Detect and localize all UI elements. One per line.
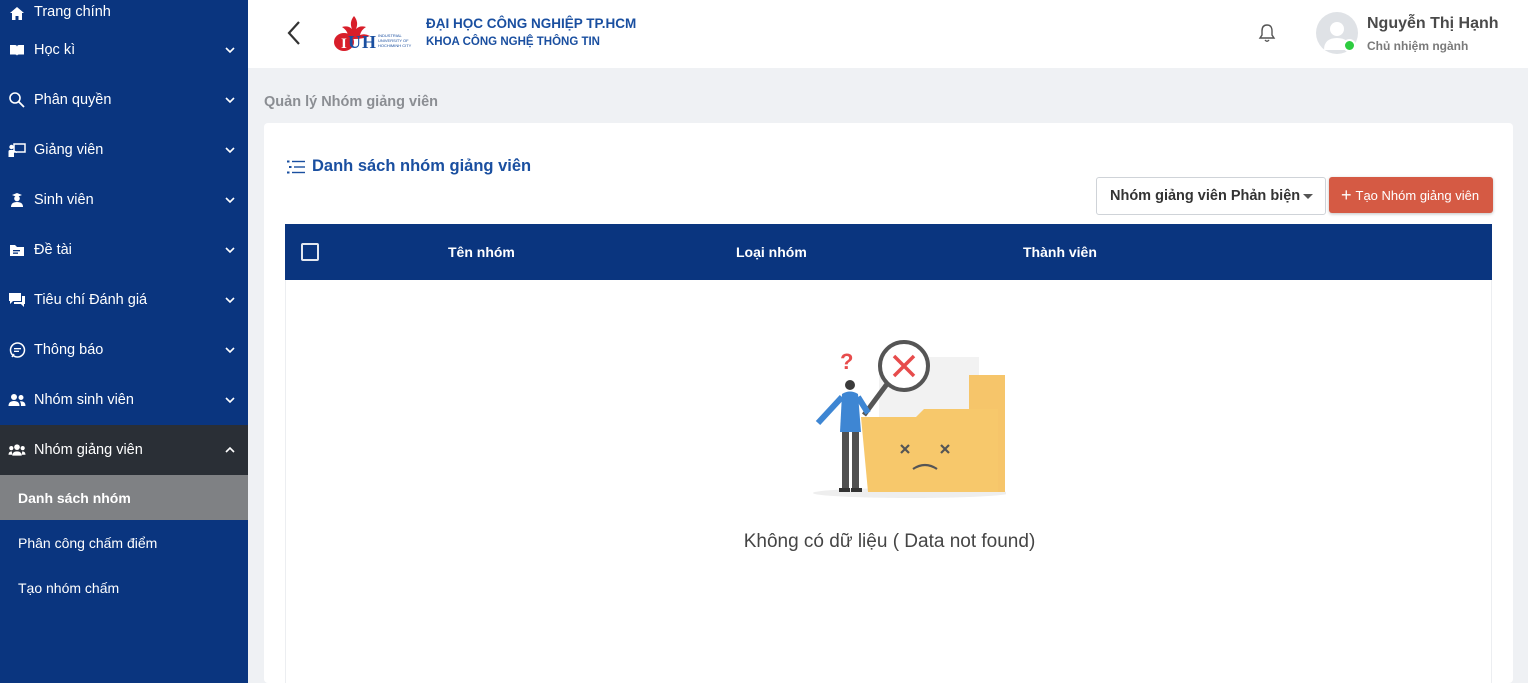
sidebar-item-lecturer-groups[interactable]: Nhóm giảng viên [0,425,248,475]
users-icon [8,391,26,409]
empty-state-text: Không có dữ liệu ( Data not found) [743,531,1036,552]
message-icon [8,341,26,359]
back-arrow-icon[interactable] [284,18,306,48]
empty-folder-illustration: ? [813,340,1006,498]
user-name[interactable]: Nguyễn Thị Hạnh [1367,15,1499,33]
sidebar-item-label: Đề tài [34,242,72,258]
create-lecturer-group-button[interactable]: + Tạo Nhóm giảng viên [1329,177,1493,213]
card-title: Danh sách nhóm giảng viên [286,157,531,176]
chevron-down-icon [225,347,235,354]
caret-down-icon [1303,194,1313,199]
group-type-select[interactable]: Nhóm giảng viên Phản biện [1096,177,1326,215]
sidebar-item-label: Nhóm giảng viên [34,442,143,458]
select-all-checkbox[interactable] [301,243,319,261]
plus-icon: + [1341,185,1352,205]
column-header-group-name[interactable]: Tên nhóm [448,244,515,260]
page-breadcrumb: Quản lý Nhóm giảng viên [264,94,439,110]
chat-icon [8,291,26,309]
sidebar-subitem-create-grading-group[interactable]: Tạo nhóm chấm [0,565,248,610]
online-status-dot [1343,39,1356,52]
column-header-group-type[interactable]: Loại nhóm [736,244,807,260]
sidebar-subitem-label: Tạo nhóm chấm [18,579,120,596]
table-header: Tên nhóm Loại nhóm Thành viên [285,224,1492,280]
sidebar-item-label: Học kì [34,42,76,58]
table-body: ? Không có dữ liệu ( Data not found) [285,280,1492,683]
chevron-down-icon [225,197,235,204]
sidebar-item-label: Tiêu chí Đánh giá [34,292,148,308]
sidebar-item-criteria[interactable]: Tiêu chí Đánh giá [0,275,248,325]
column-header-members[interactable]: Thành viên [1023,244,1097,260]
main-card: Danh sách nhóm giảng viên Nhóm giảng viê… [264,123,1513,683]
sidebar-item-label: Nhóm sinh viên [34,392,134,408]
sidebar-item-students[interactable]: Sinh viên [0,175,248,225]
sidebar-item-semester[interactable]: Học kì [0,25,248,75]
university-name: ĐẠI HỌC CÔNG NGHIỆP TP.HCM [426,16,637,31]
top-header: I U H INDUSTRIAL UNIVERSITY OF HOCHIMINH… [248,0,1528,68]
list-icon [287,160,305,173]
home-icon [8,4,26,22]
chevron-down-icon [225,397,235,404]
user-role: Chủ nhiệm ngành [1367,39,1469,53]
svg-text:I: I [341,36,347,52]
sidebar-subitem-group-list[interactable]: Danh sách nhóm [0,475,248,520]
chevron-up-icon [225,446,235,453]
svg-text:?: ? [840,349,853,374]
sidebar-item-permissions[interactable]: Phân quyền [0,75,248,125]
group-type-select-value: Nhóm giảng viên Phản biện [1110,188,1301,204]
bell-icon[interactable] [1256,22,1278,44]
sidebar-item-label: Giảng viên [34,142,104,158]
sidebar-item-student-groups[interactable]: Nhóm sinh viên [0,375,248,425]
create-button-label: Tạo Nhóm giảng viên [1355,187,1480,203]
group-icon [8,441,26,459]
sidebar-subitem-grading-assignment[interactable]: Phân công chấm điểm [0,520,248,565]
university-logo: I U H INDUSTRIAL UNIVERSITY OF HOCHIMINH… [334,16,412,52]
sidebar-subitem-label: Phân công chấm điểm [18,534,158,551]
chevron-down-icon [225,97,235,104]
student-icon [8,191,26,209]
svg-text:HOCHIMINH CITY: HOCHIMINH CITY [378,43,412,48]
sidebar-item-home[interactable]: Trang chính [0,0,248,25]
teacher-icon [8,141,26,159]
chevron-down-icon [225,297,235,304]
sidebar-item-label: Phân quyền [34,92,112,108]
sidebar-subitem-label: Danh sách nhóm [18,489,131,506]
sidebar: Trang chính Học kì Phân quyền Giảng viên… [0,0,248,683]
svg-text:H: H [362,32,376,52]
key-search-icon [8,91,26,109]
svg-text:U: U [348,32,361,52]
sidebar-item-notifications[interactable]: Thông báo [0,325,248,375]
chevron-down-icon [225,147,235,154]
sidebar-item-label: Trang chính [34,4,111,20]
folder-icon [8,241,26,259]
faculty-name: KHOA CÔNG NGHỆ THÔNG TIN [426,36,600,48]
sidebar-item-label: Sinh viên [34,192,94,208]
book-icon [8,41,26,59]
chevron-down-icon [225,47,235,54]
card-title-text: Danh sách nhóm giảng viên [312,157,532,175]
sidebar-item-label: Thông báo [34,342,104,358]
sidebar-item-lecturers[interactable]: Giảng viên [0,125,248,175]
sidebar-item-topics[interactable]: Đề tài [0,225,248,275]
chevron-down-icon [225,247,235,254]
